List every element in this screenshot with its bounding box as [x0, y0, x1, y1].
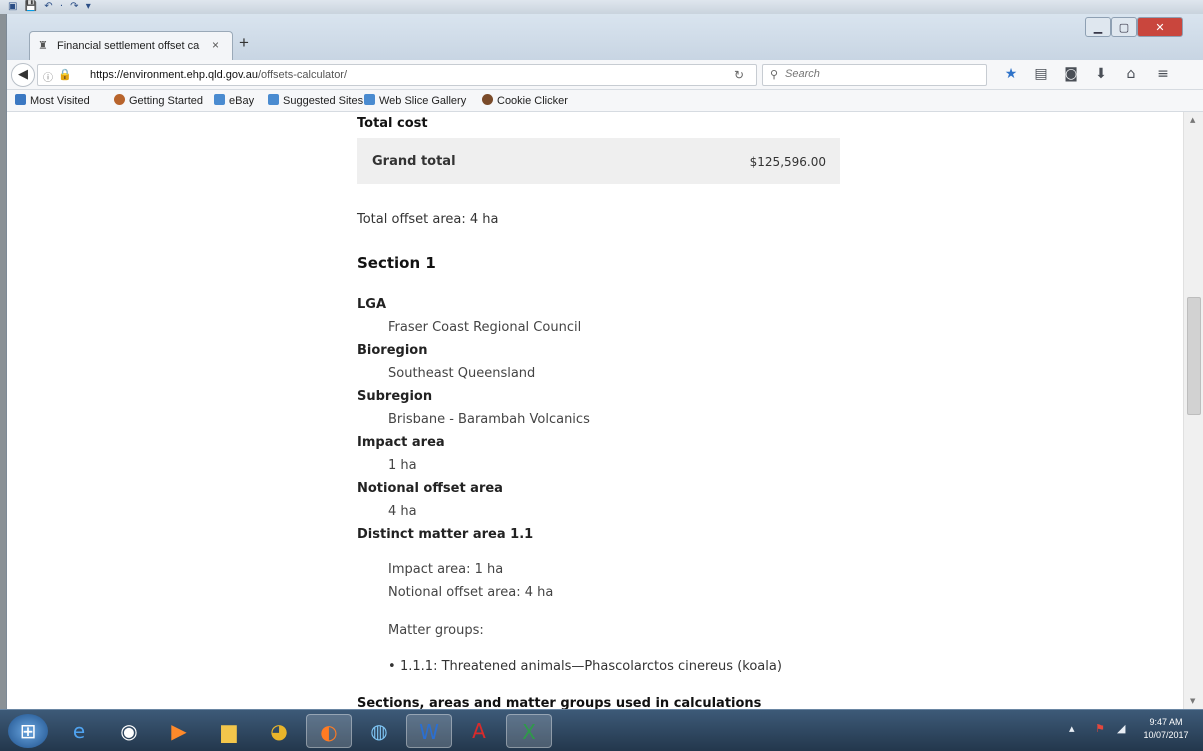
bookmark-web-slice-gallery[interactable]: Web Slice Gallery — [364, 94, 466, 107]
search-input[interactable] — [785, 68, 975, 80]
browser-window: ♜ Financial settlement offset ca × + ▁ ▢… — [6, 14, 1203, 709]
bioregion-value: Southeast Queensland — [388, 366, 536, 381]
clock-time: 9:47 AM — [1149, 717, 1183, 727]
impact-area-value: 1 ha — [388, 458, 417, 473]
firefox-icon — [114, 94, 125, 105]
bookmarks-toolbar: Most Visited Getting Started eBay Sugges… — [7, 90, 1203, 112]
vertical-scrollbar[interactable]: ▲ ▼ — [1183, 112, 1203, 709]
ie-link-icon — [364, 94, 375, 105]
clock[interactable]: 9:47 AM 10/07/2017 — [1137, 716, 1195, 742]
subregion-value: Brisbane - Barambah Volcanics — [388, 412, 590, 427]
bookmark-label: Most Visited — [30, 95, 90, 107]
minimize-button[interactable]: ▁ — [1085, 17, 1111, 37]
volume-icon[interactable]: ◢ — [1117, 722, 1125, 735]
internet-explorer-icon[interactable]: e — [56, 714, 102, 748]
acrobat-icon[interactable]: A — [456, 714, 502, 748]
search-box[interactable]: ⚲ — [762, 64, 987, 86]
word-icon[interactable]: W — [406, 714, 452, 748]
navigation-bar: ◀ ⓘ 🔒 https://environment.ehp.qld.gov.au… — [7, 60, 1203, 90]
bookmark-suggested-sites[interactable]: Suggested Sites — [268, 94, 363, 107]
bioregion-label: Bioregion — [357, 343, 428, 358]
maximize-button[interactable]: ▢ — [1111, 17, 1137, 37]
total-cost-heading: Total cost — [357, 116, 428, 131]
ie-link-icon — [214, 94, 225, 105]
lga-label: LGA — [357, 297, 387, 312]
url-text: https://environment.ehp.qld.gov.au/offse… — [90, 69, 347, 81]
folder-icon — [15, 94, 26, 105]
url-bar[interactable]: ⓘ 🔒 https://environment.ehp.qld.gov.au/o… — [37, 64, 757, 86]
back-arrow-icon[interactable]: ◀ — [11, 63, 35, 87]
skype-icon[interactable]: ◍ — [356, 714, 402, 748]
bookmark-label: Suggested Sites — [283, 95, 364, 107]
notional-offset-area-label: Notional offset area — [357, 481, 503, 496]
scroll-thumb[interactable] — [1187, 297, 1201, 415]
section-title: Section 1 — [357, 254, 436, 272]
bookmark-label: eBay — [229, 95, 255, 107]
url-host: https://environment.ehp.qld.gov.au — [90, 69, 258, 81]
calculations-heading: Sections, areas and matter groups used i… — [357, 696, 762, 709]
bookmark-label: Getting Started — [129, 95, 203, 107]
scroll-up-icon[interactable]: ▲ — [1190, 116, 1195, 124]
bookmark-label: Web Slice Gallery — [379, 95, 467, 107]
bookmark-cookie-clicker[interactable]: Cookie Clicker — [482, 94, 568, 107]
office-title-bar: ▣ 💾 ↶ · ↷ ▾ — [0, 0, 1203, 14]
lock-icon[interactable]: 🔒 — [58, 68, 72, 81]
total-offset-area: Total offset area: 4 ha — [357, 212, 499, 227]
start-button[interactable]: ⊞ — [8, 714, 48, 748]
lga-value: Fraser Coast Regional Council — [388, 320, 582, 335]
distinct-matter-area-label: Distinct matter area 1.1 — [357, 527, 534, 542]
media-player-icon[interactable]: ▶ — [156, 714, 202, 748]
file-explorer-icon[interactable]: ▆ — [206, 714, 252, 748]
info-icon[interactable]: ⓘ — [43, 69, 53, 84]
distinct-impact-area: Impact area: 1 ha — [388, 562, 504, 577]
page-content: Total cost Grand total $125,596.00 Total… — [7, 112, 1183, 709]
quick-access-toolbar[interactable]: ▣ 💾 ↶ · ↷ ▾ — [8, 1, 93, 12]
windows-taskbar: ⊞ e ◉ ▶ ▆ ◕ ◐ ◍ W A X ▴ ⚑ ◢ 9:47 AM 10/0… — [0, 709, 1203, 751]
bookmark-most-visited[interactable]: Most Visited — [15, 94, 90, 107]
firefox-taskbar-icon[interactable]: ◐ — [306, 714, 352, 748]
grand-total-row: Grand total $125,596.00 — [357, 138, 840, 184]
tab-title: Financial settlement offset ca — [57, 40, 200, 52]
subregion-label: Subregion — [357, 389, 433, 404]
matter-group-item: 1.1.1: Threatened animals—Phascolarctos … — [388, 659, 782, 674]
tab-close-icon[interactable]: × — [212, 38, 219, 52]
pocket-icon[interactable]: ◙ — [1062, 66, 1080, 82]
close-window-button[interactable]: ✕ — [1137, 17, 1183, 37]
clock-date: 10/07/2017 — [1143, 730, 1189, 740]
bookmark-label: Cookie Clicker — [497, 95, 568, 107]
tab-financial-settlement[interactable]: ♜ Financial settlement offset ca × — [29, 31, 233, 60]
search-icon: ⚲ — [770, 69, 779, 81]
matter-groups-label: Matter groups: — [388, 623, 484, 638]
grand-total-label: Grand total — [372, 154, 456, 169]
impact-area-label: Impact area — [357, 435, 445, 450]
excel-icon[interactable]: X — [506, 714, 552, 748]
url-path: /offsets-calculator/ — [257, 69, 348, 81]
page-favicon-icon: ♜ — [38, 40, 48, 52]
home-icon[interactable]: ⌂ — [1122, 66, 1140, 82]
show-hidden-icons-icon[interactable]: ▴ — [1069, 722, 1075, 735]
ie-link-icon — [268, 94, 279, 105]
grand-total-value: $125,596.00 — [749, 155, 826, 169]
new-tab-button[interactable]: + — [239, 33, 249, 53]
download-icon[interactable]: ⬇ — [1092, 66, 1110, 82]
menu-icon[interactable]: ≡ — [1154, 66, 1172, 82]
system-tray: ▴ ⚑ ◢ 9:47 AM 10/07/2017 — [1033, 710, 1203, 751]
notional-offset-area-value: 4 ha — [388, 504, 417, 519]
cookie-icon — [482, 94, 493, 105]
bookmark-ebay[interactable]: eBay — [214, 94, 254, 107]
chrome-icon[interactable]: ◕ — [256, 714, 302, 748]
action-center-flag-icon[interactable]: ⚑ — [1095, 722, 1105, 735]
scroll-down-icon[interactable]: ▼ — [1190, 697, 1195, 705]
bookmark-getting-started[interactable]: Getting Started — [114, 94, 203, 107]
reading-list-icon[interactable]: ▤ — [1032, 66, 1050, 82]
tab-strip: ♜ Financial settlement offset ca × + ▁ ▢… — [7, 14, 1203, 60]
reload-icon[interactable]: ↻ — [734, 68, 744, 82]
bookmark-star-icon[interactable]: ★ — [1002, 66, 1020, 82]
media-center-icon[interactable]: ◉ — [106, 714, 152, 748]
distinct-notional-offset-area: Notional offset area: 4 ha — [388, 585, 554, 600]
